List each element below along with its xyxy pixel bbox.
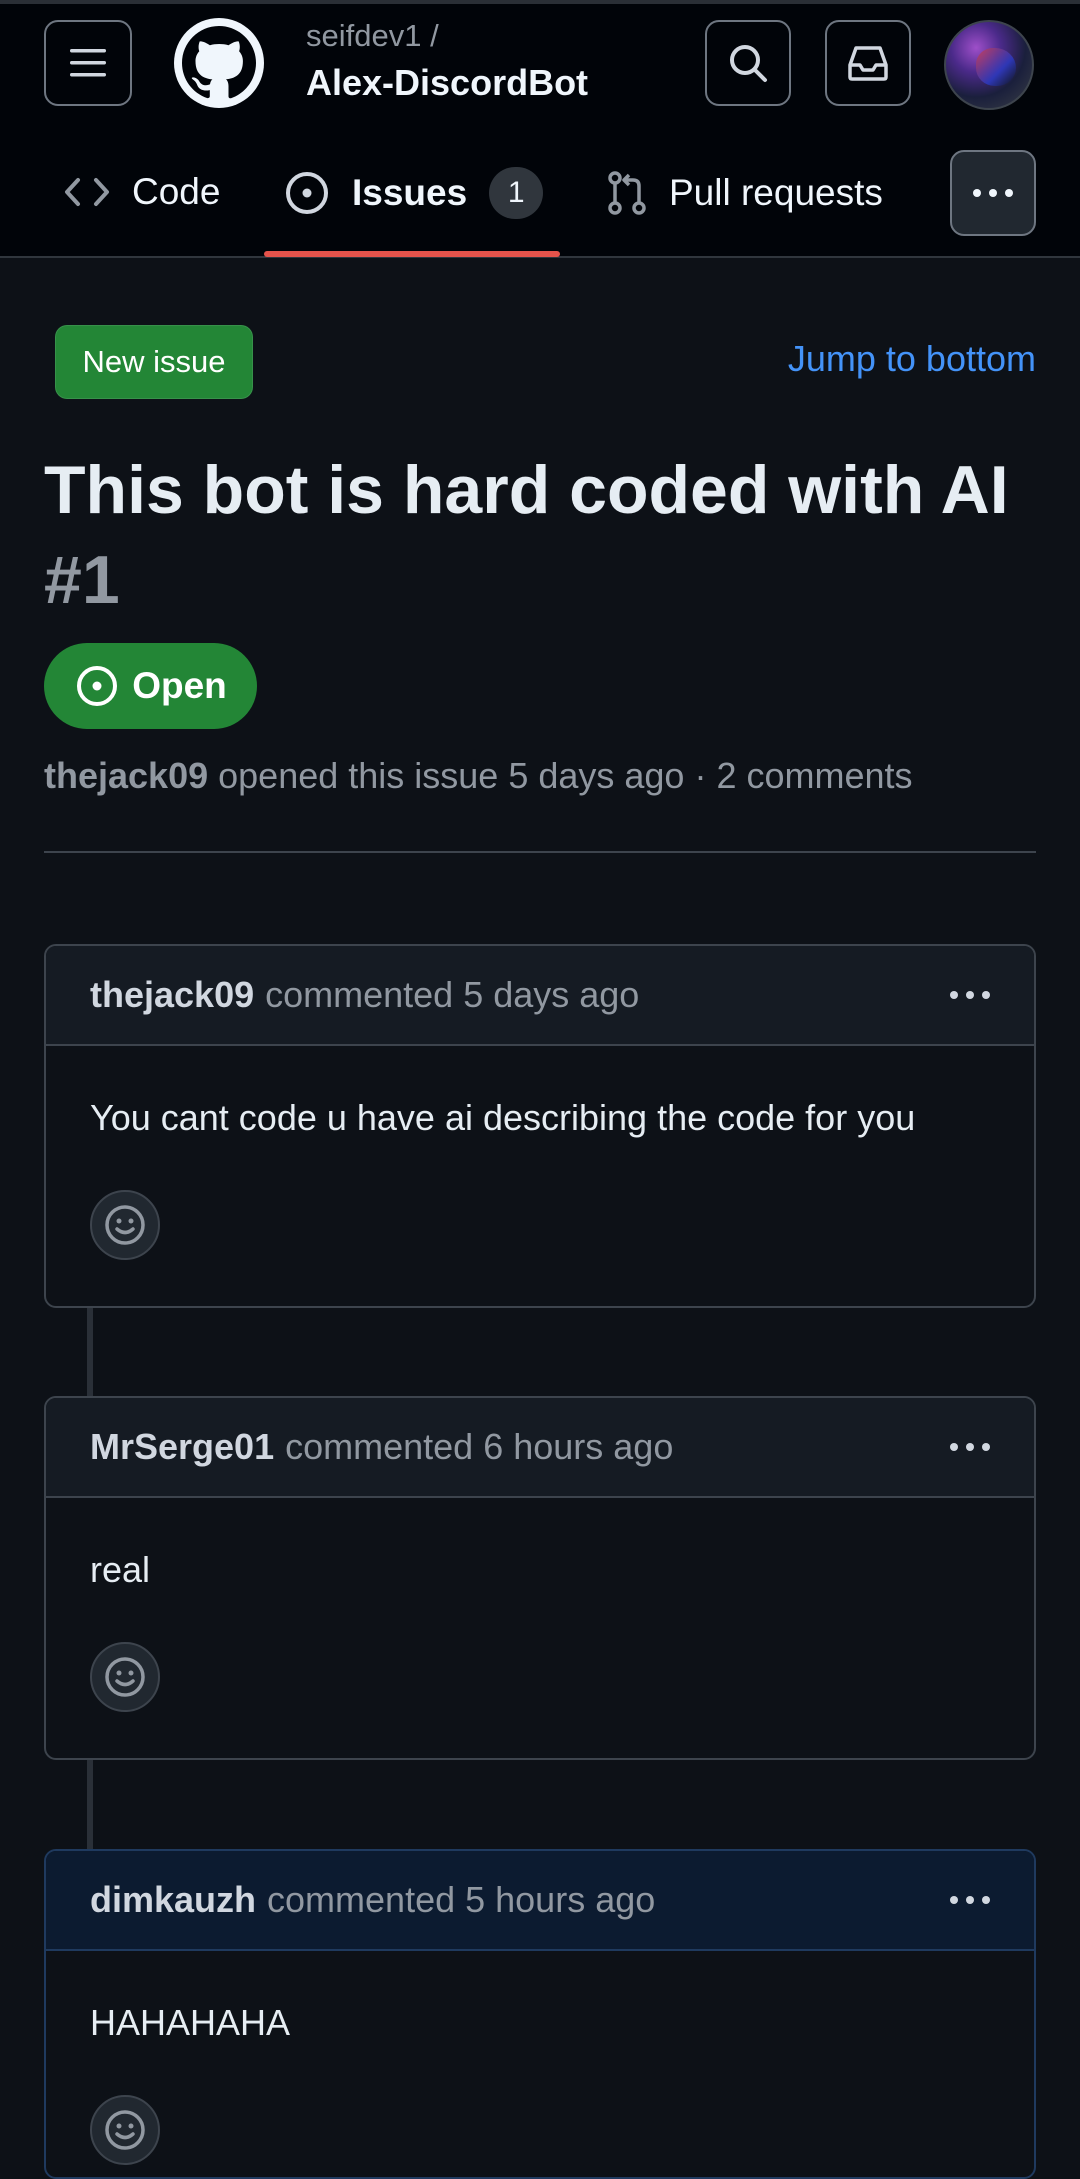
- comment-options-icon[interactable]: [950, 1443, 990, 1451]
- top-border: [0, 0, 1080, 4]
- inbox-button[interactable]: [825, 20, 911, 106]
- smiley-icon: [105, 2110, 145, 2150]
- repo-name[interactable]: Alex-DiscordBot: [306, 62, 588, 104]
- comment-body: You cant code u have ai describing the c…: [46, 1046, 1034, 1260]
- comment-card: dimkauzh commented 5 hours ago HAHAHAHA: [44, 1849, 1036, 2179]
- tab-issues-label: Issues: [352, 172, 468, 213]
- smiley-icon: [105, 1205, 145, 1245]
- header-divider: [44, 851, 1036, 853]
- comment-header: thejack09 commented 5 days ago: [46, 946, 1034, 1046]
- jump-to-bottom-link[interactable]: Jump to bottom: [788, 338, 1036, 380]
- issue-author[interactable]: thejack09: [44, 755, 208, 796]
- comment-header: MrSerge01 commented 6 hours ago: [46, 1398, 1034, 1498]
- new-issue-button[interactable]: New issue: [55, 325, 253, 399]
- add-reaction-button[interactable]: [90, 1190, 160, 1260]
- comment-options-icon[interactable]: [950, 1896, 990, 1904]
- comment-body: HAHAHAHA: [46, 1951, 1034, 2165]
- user-avatar[interactable]: [944, 20, 1034, 110]
- issue-title: This bot is hard coded with AI #1: [44, 445, 1034, 625]
- menu-button[interactable]: [44, 20, 132, 106]
- issue-state-label: Open: [132, 665, 227, 706]
- tab-pull-requests-label: Pull requests: [669, 172, 883, 213]
- pull-request-icon: [608, 171, 646, 215]
- comment-timestamp[interactable]: commented 6 hours ago: [285, 1426, 673, 1468]
- tab-code[interactable]: Code: [64, 150, 220, 234]
- kebab-horizontal-icon: [973, 189, 1013, 197]
- issue-number: #1: [44, 542, 120, 618]
- comment-options-icon[interactable]: [950, 991, 990, 999]
- inbox-icon: [848, 46, 888, 81]
- app-header: seifdev1 / Alex-DiscordBot Code Issues 1: [0, 0, 1080, 258]
- comment-timestamp[interactable]: commented 5 days ago: [265, 974, 639, 1016]
- smiley-icon: [105, 1657, 145, 1697]
- active-tab-indicator: [264, 251, 560, 257]
- comment-body: real: [46, 1498, 1034, 1712]
- comment-card: MrSerge01 commented 6 hours ago real: [44, 1396, 1036, 1760]
- comment-text: real: [90, 1549, 151, 1590]
- tab-code-label: Code: [132, 171, 221, 212]
- add-reaction-button[interactable]: [90, 2095, 160, 2165]
- code-icon: [65, 178, 109, 206]
- issues-count-badge: 1: [489, 167, 544, 219]
- tab-issues[interactable]: Issues 1: [284, 150, 544, 236]
- comment-timestamp[interactable]: commented 5 hours ago: [267, 1879, 655, 1921]
- timeline-connector: [87, 1758, 93, 1850]
- issue-meta-text: opened this issue 5 days ago · 2 comment…: [218, 755, 913, 796]
- tab-pull-requests[interactable]: Pull requests: [607, 150, 883, 236]
- comment-card: thejack09 commented 5 days ago You cant …: [44, 944, 1036, 1308]
- search-icon: [730, 45, 767, 82]
- comment-header: dimkauzh commented 5 hours ago: [46, 1851, 1034, 1951]
- issue-title-text: This bot is hard coded with AI: [44, 452, 1009, 528]
- hamburger-icon: [70, 49, 106, 77]
- add-reaction-button[interactable]: [90, 1642, 160, 1712]
- timeline-connector: [87, 1306, 93, 1398]
- comment-text: HAHAHAHA: [90, 2002, 291, 2043]
- repo-owner[interactable]: seifdev1 /: [306, 18, 439, 54]
- comment-author[interactable]: MrSerge01: [90, 1426, 274, 1468]
- more-tabs-button[interactable]: [950, 150, 1036, 236]
- issue-opened-icon: [77, 666, 118, 706]
- issue-opened-icon: [286, 172, 328, 214]
- github-logo-icon[interactable]: [174, 18, 264, 108]
- comment-text: You cant code u have ai describing the c…: [90, 1097, 916, 1138]
- search-button[interactable]: [705, 20, 791, 106]
- comment-author[interactable]: thejack09: [90, 974, 254, 1016]
- issue-meta: thejack09 opened this issue 5 days ago ·…: [44, 755, 913, 797]
- issue-state-badge: Open: [44, 643, 257, 729]
- comment-author[interactable]: dimkauzh: [90, 1879, 256, 1921]
